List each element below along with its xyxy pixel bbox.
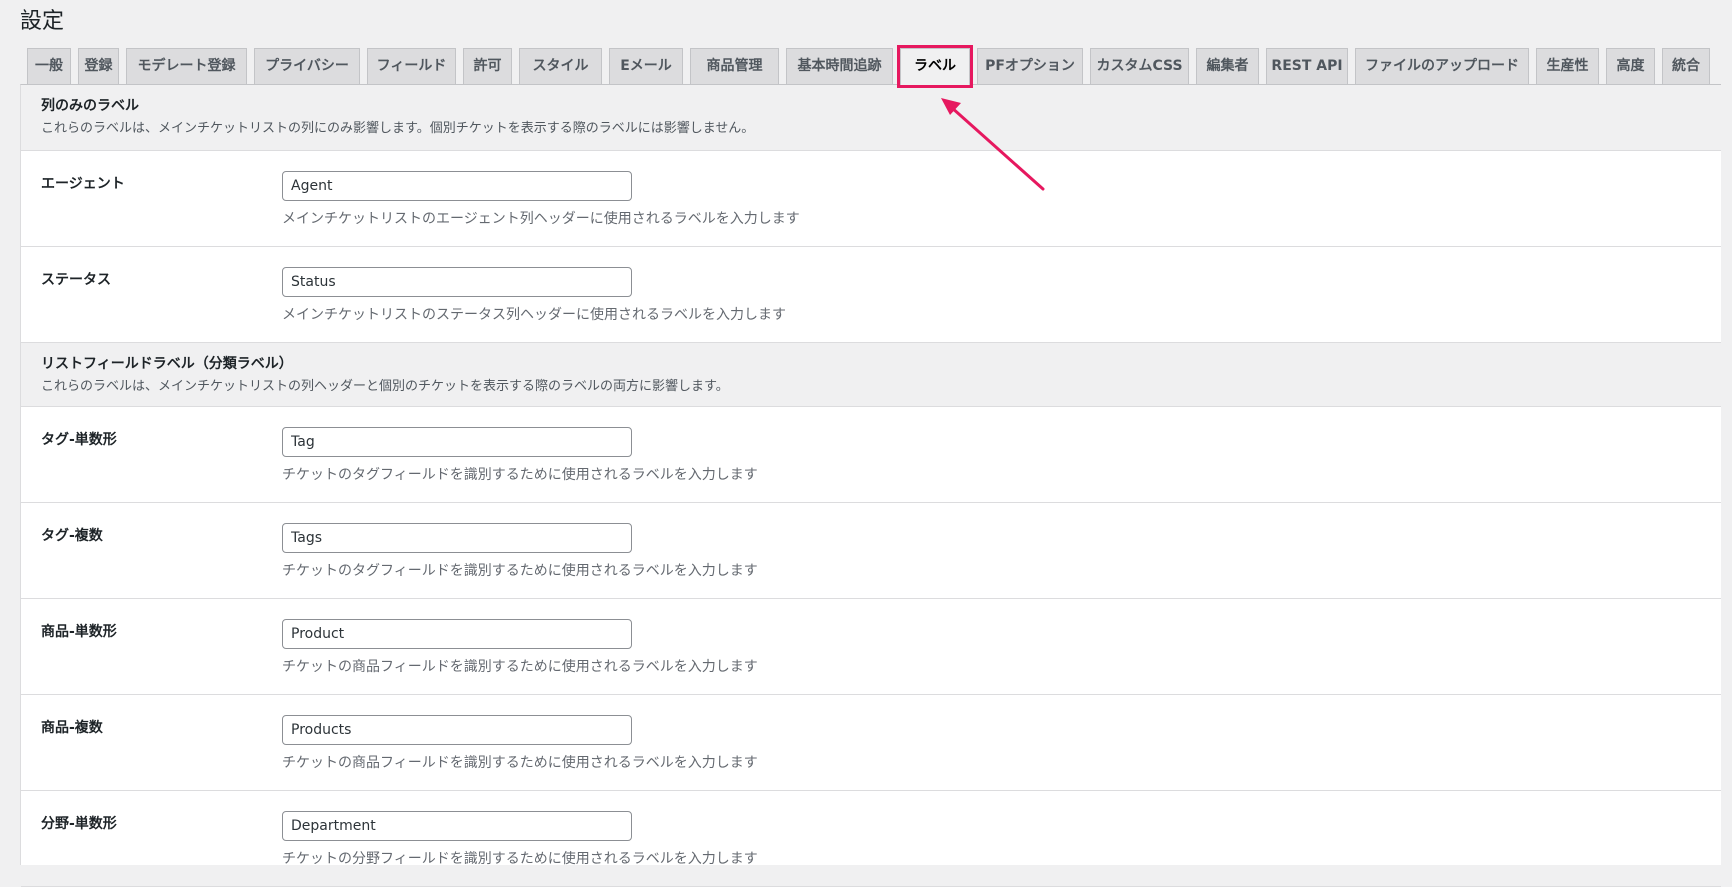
department-singular-input[interactable] bbox=[282, 811, 632, 841]
field-row-department-singular: 分野-単数形 チケットの分野フィールドを識別するために使用されるラベルを入力しま… bbox=[21, 791, 1721, 887]
field-label: ステータス bbox=[41, 272, 111, 288]
tab-labels[interactable]: ラベル bbox=[897, 45, 973, 88]
tab-product-management[interactable]: 商品管理 bbox=[690, 48, 779, 84]
tab-permissions[interactable]: 許可 bbox=[463, 48, 512, 84]
section-header-list-field-labels: リストフィールドラベル（分類ラベル） これらのラベルは、メインチケットリストの列… bbox=[21, 343, 1721, 407]
field-help-text: チケットのタグフィールドを識別するために使用されるラベルを入力します bbox=[282, 563, 758, 579]
tab-productivity[interactable]: 生産性 bbox=[1536, 48, 1599, 84]
tab-time-tracking[interactable]: 基本時間追跡 bbox=[786, 48, 893, 84]
field-help-text: チケットの商品フィールドを識別するために使用されるラベルを入力します bbox=[282, 755, 758, 771]
section-description: これらのラベルは、メインチケットリストの列にのみ影響します。個別チケットを表示す… bbox=[41, 121, 755, 136]
tab-privacy[interactable]: プライバシー bbox=[254, 48, 360, 84]
field-label: 商品-複数 bbox=[41, 720, 103, 736]
product-singular-input[interactable] bbox=[282, 619, 632, 649]
section-description: これらのラベルは、メインチケットリストの列ヘッダーと個別のチケットを表示する際の… bbox=[41, 379, 729, 394]
field-label: タグ-単数形 bbox=[41, 432, 117, 448]
field-row-tag-plural: タグ-複数 チケットのタグフィールドを識別するために使用されるラベルを入力します bbox=[21, 503, 1721, 599]
tag-plural-input[interactable] bbox=[282, 523, 632, 553]
section-title: リストフィールドラベル（分類ラベル） bbox=[41, 356, 293, 372]
tab-advanced[interactable]: 高度 bbox=[1606, 48, 1655, 84]
tab-rest-api[interactable]: REST API bbox=[1266, 48, 1348, 84]
field-label: 商品-単数形 bbox=[41, 624, 117, 640]
tab-general[interactable]: 一般 bbox=[27, 48, 71, 84]
field-row-status: ステータス メインチケットリストのステータス列ヘッダーに使用されるラベルを入力し… bbox=[21, 247, 1721, 343]
settings-content: 列のみのラベル これらのラベルは、メインチケットリストの列にのみ影響します。個別… bbox=[20, 84, 1721, 887]
field-help-text: チケットのタグフィールドを識別するために使用されるラベルを入力します bbox=[282, 467, 758, 483]
section-title: 列のみのラベル bbox=[41, 98, 139, 114]
field-label: エージェント bbox=[41, 176, 125, 192]
field-help-text: メインチケットリストのエージェント列ヘッダーに使用されるラベルを入力します bbox=[282, 211, 800, 227]
status-label-input[interactable] bbox=[282, 267, 632, 297]
field-label: 分野-単数形 bbox=[41, 816, 117, 832]
field-row-tag-singular: タグ-単数形 チケットのタグフィールドを識別するために使用されるラベルを入力しま… bbox=[21, 407, 1721, 503]
tab-style[interactable]: スタイル bbox=[519, 48, 602, 84]
field-row-product-singular: 商品-単数形 チケットの商品フィールドを識別するために使用されるラベルを入力しま… bbox=[21, 599, 1721, 695]
field-row-product-plural: 商品-複数 チケットの商品フィールドを識別するために使用されるラベルを入力します bbox=[21, 695, 1721, 791]
field-label: タグ-複数 bbox=[41, 528, 103, 544]
agent-label-input[interactable] bbox=[282, 171, 632, 201]
field-row-agent: エージェント メインチケットリストのエージェント列ヘッダーに使用されるラベルを入… bbox=[21, 151, 1721, 247]
product-plural-input[interactable] bbox=[282, 715, 632, 745]
tab-registration[interactable]: 登録 bbox=[78, 48, 119, 84]
tab-fields[interactable]: フィールド bbox=[367, 48, 456, 84]
section-header-column-labels: 列のみのラベル これらのラベルは、メインチケットリストの列にのみ影響します。個別… bbox=[21, 85, 1721, 151]
field-help-text: チケットの分野フィールドを識別するために使用されるラベルを入力します bbox=[282, 851, 758, 867]
tab-pf-options[interactable]: PFオプション bbox=[977, 48, 1083, 84]
settings-tabs: 一般 登録 モデレート登録 プライバシー フィールド 許可 スタイル Eメール … bbox=[27, 45, 1712, 88]
tab-email[interactable]: Eメール bbox=[609, 48, 683, 84]
tab-custom-css[interactable]: カスタムCSS bbox=[1090, 48, 1189, 84]
field-help-text: チケットの商品フィールドを識別するために使用されるラベルを入力します bbox=[282, 659, 758, 675]
tab-moderated-registration[interactable]: モデレート登録 bbox=[126, 48, 247, 84]
page-title: 設定 bbox=[20, 9, 65, 34]
field-help-text: メインチケットリストのステータス列ヘッダーに使用されるラベルを入力します bbox=[282, 307, 786, 323]
tab-integrations[interactable]: 統合 bbox=[1662, 48, 1710, 84]
tab-file-upload[interactable]: ファイルのアップロード bbox=[1355, 48, 1529, 84]
tag-singular-input[interactable] bbox=[282, 427, 632, 457]
tab-editors[interactable]: 編集者 bbox=[1196, 48, 1259, 84]
